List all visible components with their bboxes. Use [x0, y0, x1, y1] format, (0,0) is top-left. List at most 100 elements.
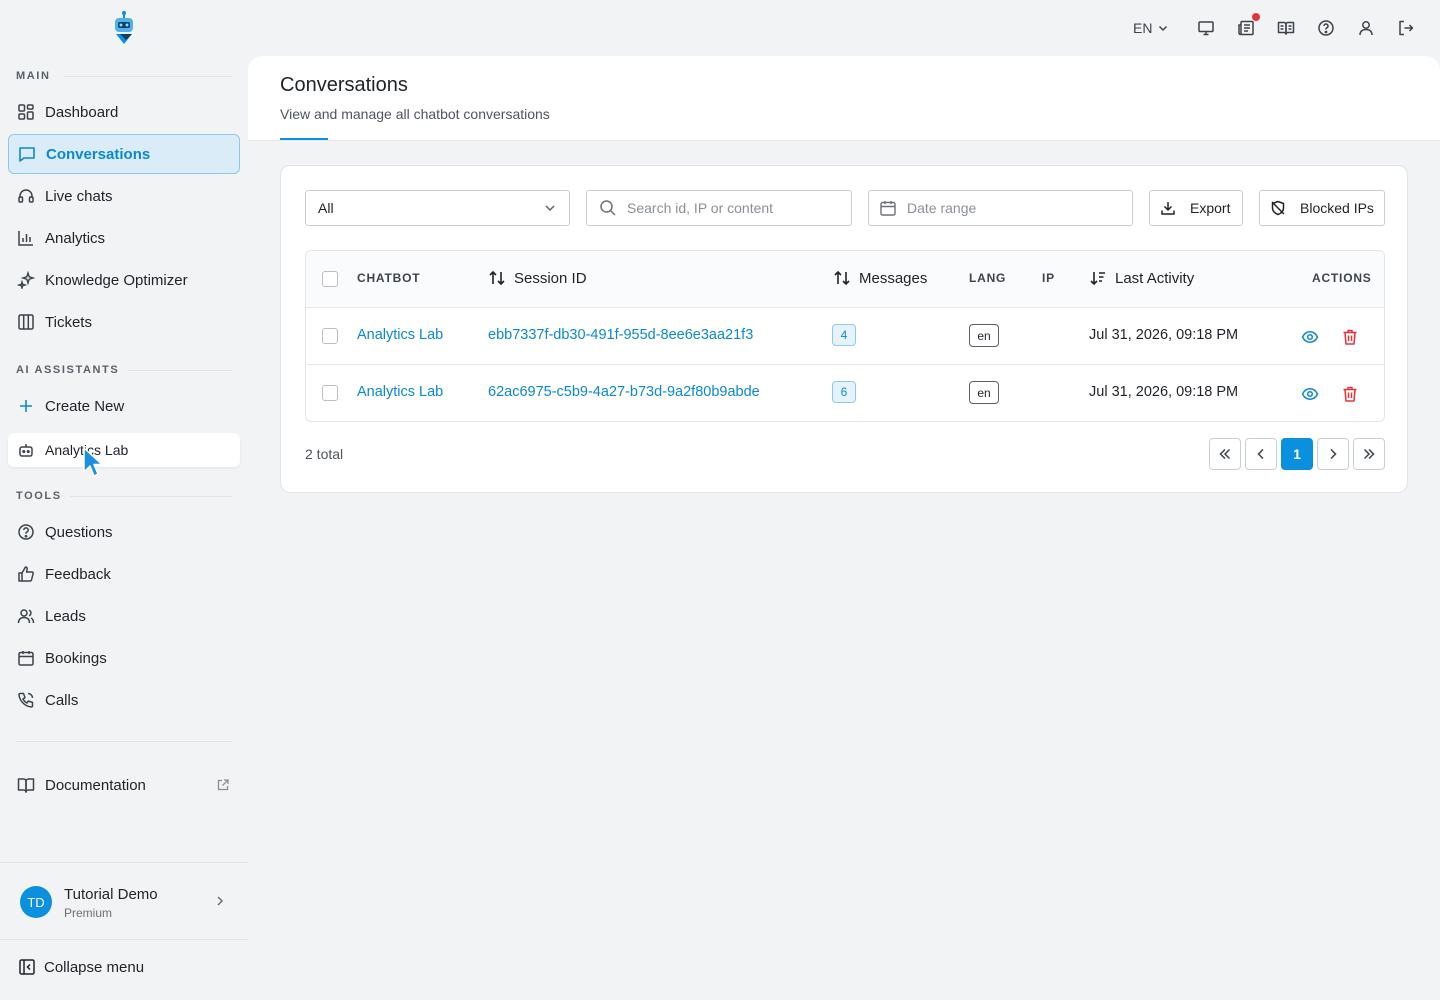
- columns-icon: [18, 314, 34, 330]
- bot-icon: [19, 444, 33, 457]
- view-eye-icon[interactable]: [1301, 328, 1319, 346]
- date-range-picker[interactable]: Date range: [868, 190, 1133, 226]
- sidebar-item-label: Knowledge Optimizer: [45, 271, 188, 289]
- column-header-last-activity[interactable]: Last Activity: [1089, 269, 1194, 287]
- section-divider: [16, 741, 232, 742]
- collapse-menu-button[interactable]: Collapse menu: [18, 958, 144, 976]
- blocked-ips-button[interactable]: Blocked IPs: [1259, 190, 1385, 226]
- total-count: 2 total: [305, 446, 344, 462]
- sidebar-item-tickets[interactable]: Tickets: [8, 302, 240, 342]
- sidebar-item-label: Calls: [45, 691, 79, 709]
- sidebar-item-feedback[interactable]: Feedback: [8, 554, 240, 594]
- sidebar-item-label: Live chats: [45, 187, 113, 205]
- user-profile[interactable]: TD Tutorial Demo Premium: [0, 862, 248, 940]
- chevron-right-icon: [1330, 448, 1337, 460]
- user-icon[interactable]: [1356, 18, 1376, 38]
- language-label: EN: [1133, 20, 1153, 36]
- column-header-ip: IP: [1042, 271, 1055, 285]
- section-divider: [64, 76, 232, 77]
- robot-logo-icon[interactable]: [110, 10, 138, 46]
- book-icon: [17, 778, 35, 793]
- chatbot-select-value: All: [318, 200, 334, 216]
- sidebar-item-conversations[interactable]: Conversations: [8, 134, 240, 174]
- message-count-badge: 6: [832, 381, 856, 403]
- delete-trash-icon[interactable]: [1341, 385, 1359, 403]
- sort-icon: [834, 270, 850, 286]
- session-id-link[interactable]: 62ac6975-c5b9-4a27-b73d-9a2f80b9abde: [488, 384, 760, 400]
- book-open-icon[interactable]: [1276, 18, 1296, 38]
- monitor-icon[interactable]: [1196, 18, 1216, 38]
- calendar-icon: [18, 651, 34, 666]
- session-id-link[interactable]: ebb7337f-db30-491f-955d-8ee6e3aa21f3: [488, 327, 753, 343]
- sidebar-item-analytics[interactable]: Analytics: [8, 218, 240, 258]
- help-icon[interactable]: [1316, 18, 1336, 38]
- sidebar-item-documentation[interactable]: Documentation: [8, 765, 240, 805]
- sidebar-item-leads[interactable]: Leads: [8, 596, 240, 636]
- select-all-checkbox[interactable]: [322, 271, 338, 287]
- export-button[interactable]: Export: [1149, 190, 1243, 226]
- sidebar-item-questions[interactable]: Questions: [8, 512, 240, 552]
- sidebar-item-analytics-lab[interactable]: Analytics Lab: [8, 433, 240, 467]
- delete-trash-icon[interactable]: [1341, 328, 1359, 346]
- language-switcher[interactable]: EN: [1133, 20, 1169, 36]
- date-range-placeholder: Date range: [907, 200, 977, 216]
- first-page-button[interactable]: [1209, 438, 1241, 470]
- page-header: Conversations View and manage all chatbo…: [248, 56, 1440, 141]
- sparkle-icon: [17, 271, 35, 289]
- chevrons-left-icon: [1219, 448, 1231, 460]
- column-header-session-id[interactable]: Session ID: [488, 269, 587, 287]
- section-label-ai-assistants: AI ASSISTANTS: [16, 364, 120, 376]
- thumbs-up-icon: [18, 566, 34, 582]
- logout-icon[interactable]: [1396, 18, 1416, 38]
- chat-icon: [19, 147, 35, 162]
- section-label-main: MAIN: [16, 70, 51, 82]
- row-checkbox[interactable]: [322, 328, 338, 344]
- user-name: Tutorial Demo: [64, 886, 158, 903]
- column-header-label: Last Activity: [1115, 269, 1195, 287]
- last-activity-cell: Jul 31, 2026, 09:18 PM: [1089, 384, 1239, 400]
- sidebar-item-dashboard[interactable]: Dashboard: [8, 92, 240, 132]
- sidebar-item-calls[interactable]: Calls: [8, 680, 240, 720]
- conversations-table: CHATBOT Session ID Messages LANG IP Last…: [305, 250, 1385, 422]
- chatbot-select[interactable]: All: [305, 190, 570, 226]
- avatar: TD: [20, 886, 52, 918]
- page-button-current[interactable]: 1: [1281, 438, 1313, 470]
- question-icon: [18, 524, 34, 540]
- last-page-button[interactable]: [1353, 438, 1385, 470]
- column-header-messages[interactable]: Messages: [833, 269, 927, 287]
- sidebar-item-live-chats[interactable]: Live chats: [8, 176, 240, 216]
- sidebar-item-bookings[interactable]: Bookings: [8, 638, 240, 678]
- section-divider: [128, 370, 232, 371]
- plus-icon: [20, 400, 32, 412]
- create-new-button[interactable]: Create New: [8, 386, 240, 426]
- sidebar-item-label: Dashboard: [45, 103, 119, 121]
- next-page-button[interactable]: [1317, 438, 1349, 470]
- page-subtitle: View and manage all chatbot conversation…: [280, 106, 550, 122]
- user-plan: Premium: [64, 906, 113, 920]
- chatbot-link[interactable]: Analytics Lab: [357, 327, 443, 343]
- message-count-badge: 4: [832, 324, 856, 346]
- table-row[interactable]: Analytics Lab ebb7337f-db30-491f-955d-8e…: [306, 308, 1384, 365]
- sort-descending-icon: [1090, 272, 1105, 286]
- section-label-tools: TOOLS: [16, 490, 62, 502]
- news-icon[interactable]: [1236, 18, 1256, 38]
- notification-dot: [1252, 13, 1260, 21]
- sidebar-item-knowledge-optimizer[interactable]: Knowledge Optimizer: [8, 260, 240, 300]
- chatbot-link[interactable]: Analytics Lab: [357, 384, 443, 400]
- collapse-menu-label: Collapse menu: [44, 958, 145, 976]
- bar-chart-icon: [18, 231, 33, 246]
- language-badge: en: [969, 324, 999, 347]
- create-new-label: Create New: [45, 397, 125, 415]
- previous-page-button[interactable]: [1245, 438, 1277, 470]
- sidebar-item-label: Bookings: [45, 649, 107, 667]
- sidebar-item-label: Analytics: [45, 229, 106, 247]
- search-input[interactable]: Search id, IP or content: [586, 190, 852, 226]
- table-row[interactable]: Analytics Lab 62ac6975-c5b9-4a27-b73d-9a…: [306, 365, 1384, 421]
- title-underline: [280, 138, 328, 140]
- row-checkbox[interactable]: [322, 385, 338, 401]
- view-eye-icon[interactable]: [1301, 385, 1319, 403]
- phone-icon: [18, 692, 34, 708]
- section-divider: [70, 496, 232, 497]
- sidebar-item-label: Feedback: [45, 565, 111, 583]
- external-link-icon: [217, 779, 229, 791]
